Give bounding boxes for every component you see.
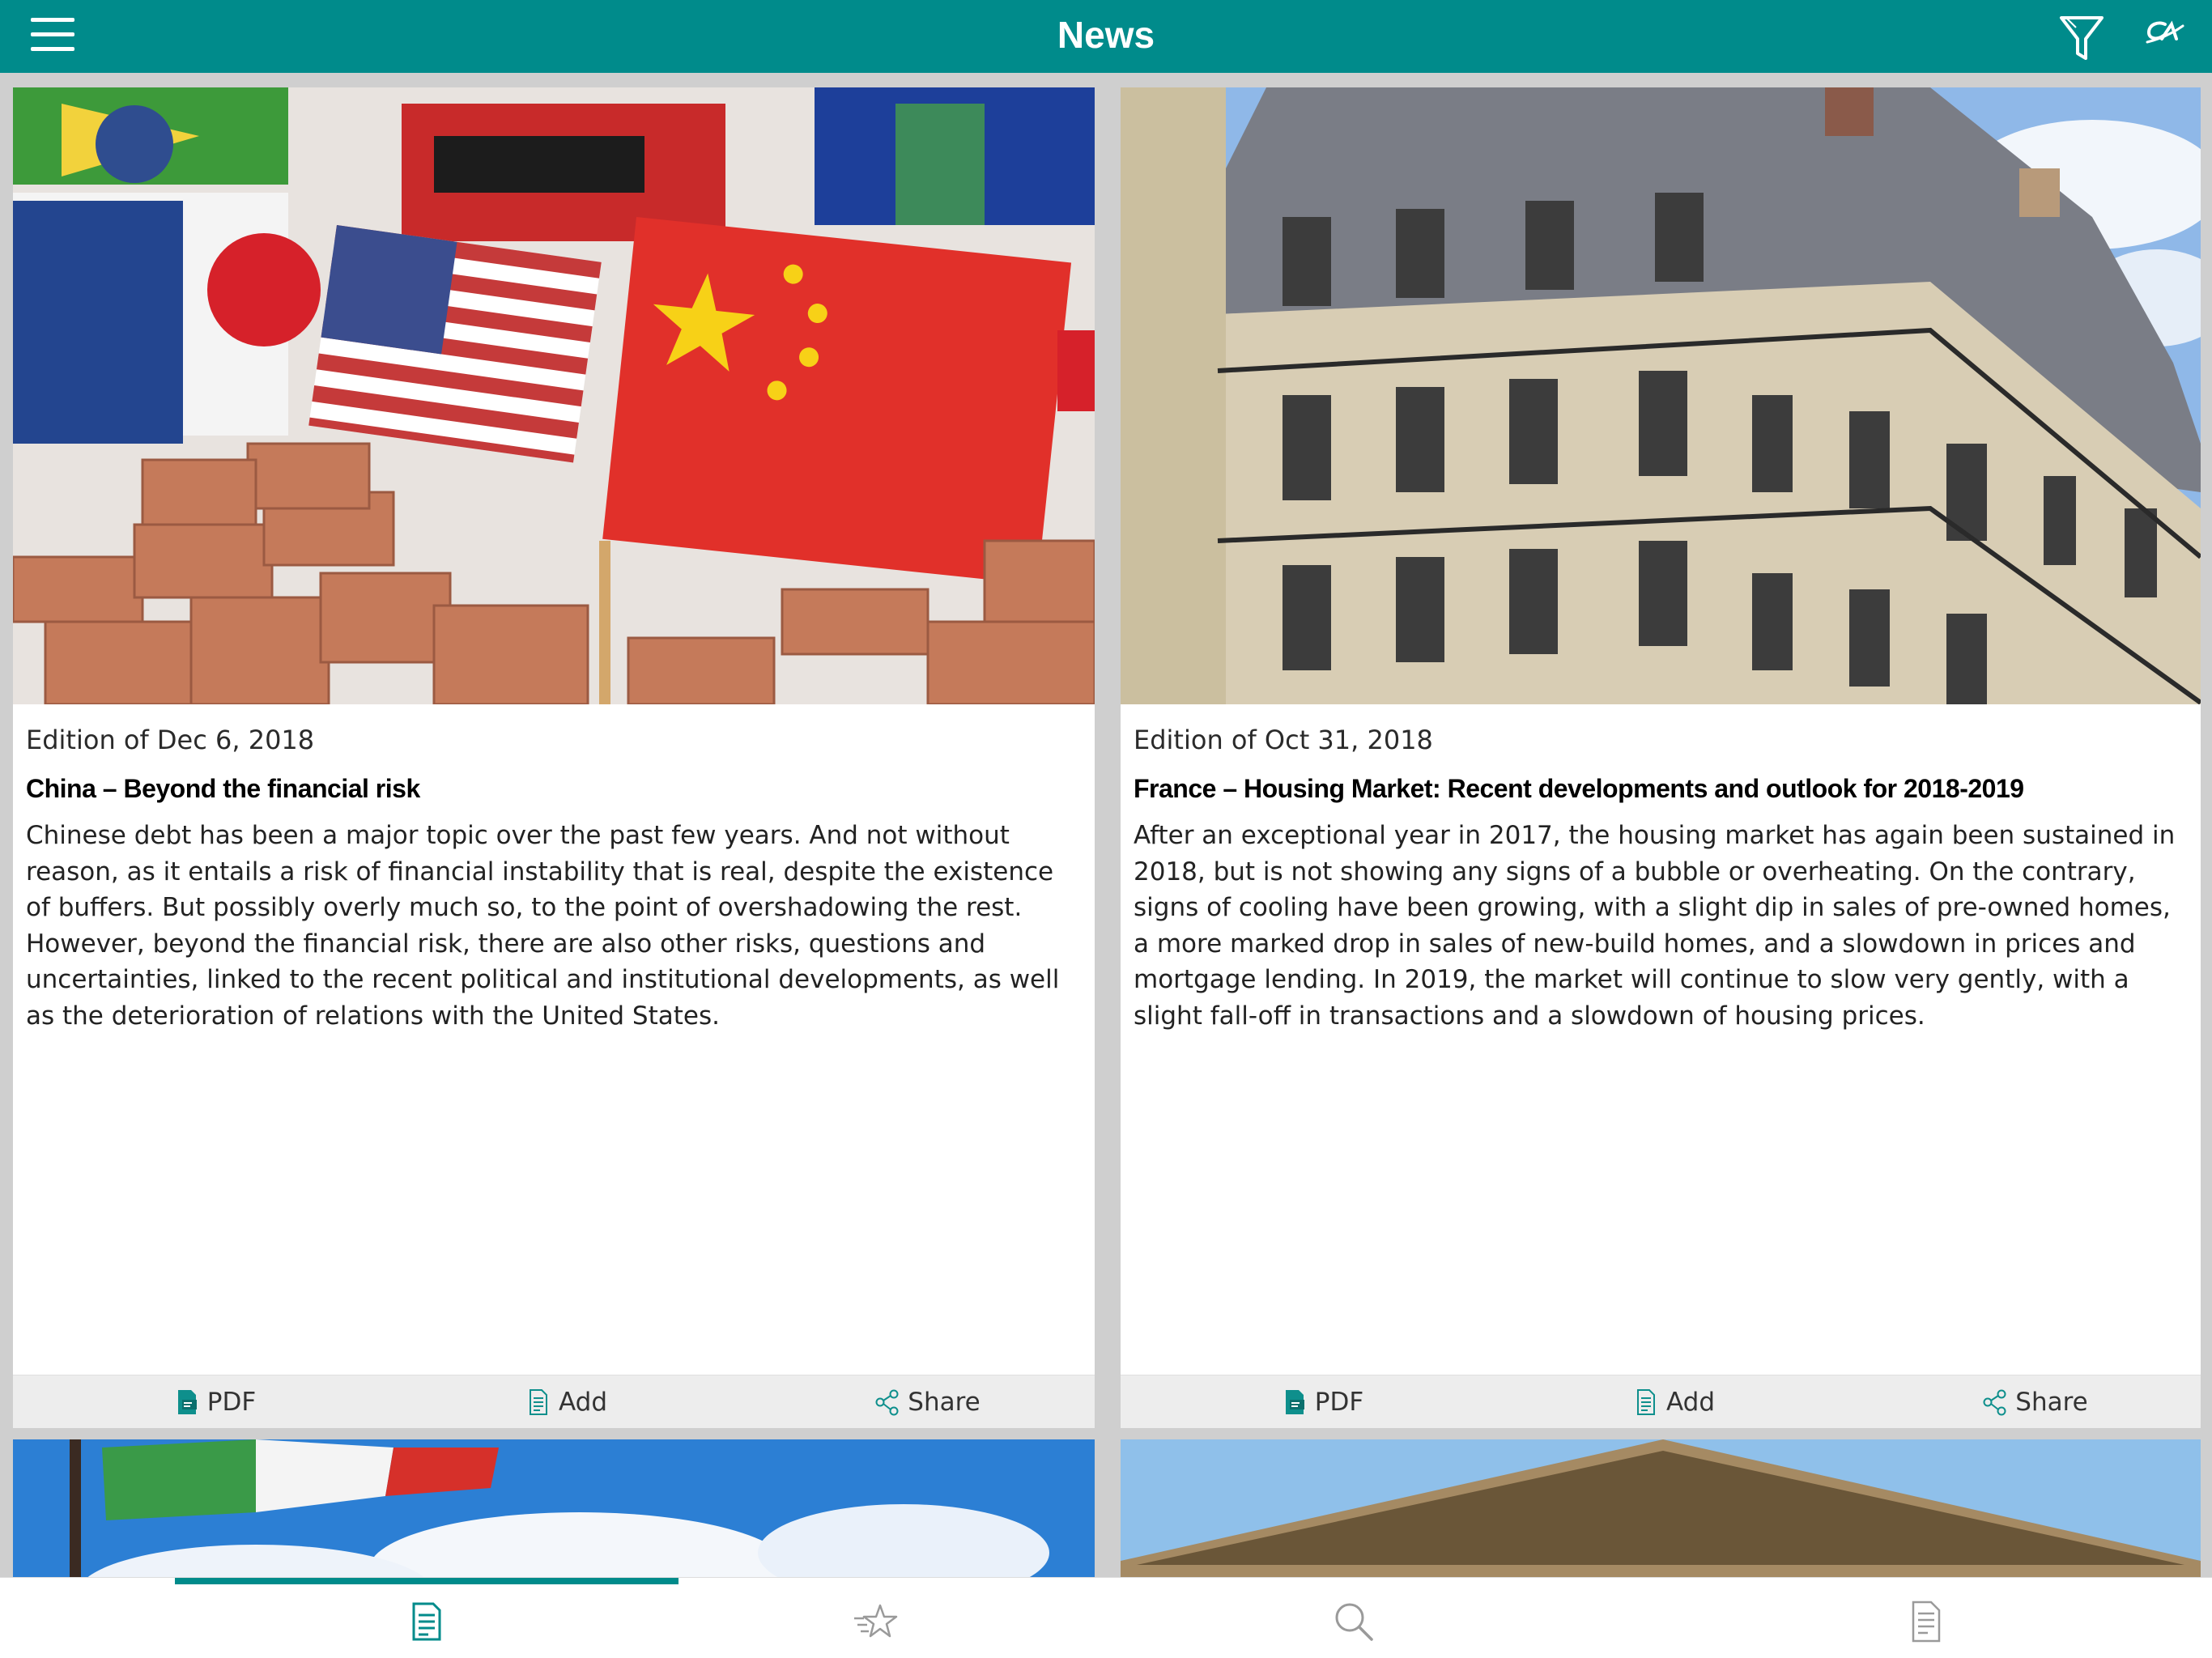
add-document-icon — [529, 1389, 547, 1415]
top-app-bar: News — [0, 0, 2212, 73]
page-title: News — [1057, 14, 1155, 56]
share-button[interactable]: Share — [1938, 1375, 2133, 1429]
article-card-france[interactable]: Edition of Oct 31, 2018 France – Housing… — [1121, 87, 2201, 1428]
pdf-label: PDF — [1314, 1388, 1364, 1417]
news-feed[interactable]: Edition of Dec 6, 2018 China – Beyond th… — [0, 73, 2212, 1577]
article-card-building-partial[interactable] — [1121, 1439, 2201, 1577]
tab-news[interactable] — [170, 1584, 683, 1658]
article-title[interactable]: China – Beyond the financial risk — [26, 771, 1082, 806]
bottom-tab-bar — [0, 1577, 2212, 1658]
share-label: Share — [908, 1388, 981, 1417]
share-label: Share — [2015, 1388, 2088, 1417]
news-document-icon — [412, 1602, 441, 1641]
article-summary: After an exceptional year in 2017, the h… — [1134, 821, 2176, 1031]
article-image-italy-flag — [13, 1439, 1095, 1577]
pdf-label: PDF — [206, 1388, 257, 1417]
pdf-button[interactable]: PDF — [1234, 1375, 1412, 1429]
tab-search[interactable] — [1067, 1584, 1640, 1658]
add-document-icon — [1636, 1389, 1655, 1415]
pdf-icon — [177, 1390, 197, 1414]
search-icon — [1335, 1603, 1373, 1641]
article-body: Edition of Dec 6, 2018 China – Beyond th… — [26, 704, 1082, 1034]
article-card-china[interactable]: Edition of Dec 6, 2018 China – Beyond th… — [13, 87, 1095, 1428]
share-icon — [875, 1389, 899, 1416]
article-card-italy-partial[interactable] — [13, 1439, 1095, 1577]
article-actions-bar: PDF Add Share — [13, 1375, 1095, 1428]
add-button[interactable]: Add — [1585, 1375, 1763, 1429]
article-actions-bar: PDF Add Share — [1121, 1375, 2201, 1428]
add-label: Add — [558, 1388, 608, 1417]
add-button[interactable]: Add — [478, 1375, 656, 1429]
pdf-button[interactable]: PDF — [126, 1375, 304, 1429]
tab-favorites[interactable] — [683, 1584, 1067, 1658]
share-icon — [1983, 1389, 2006, 1416]
article-image-pediment — [1121, 1439, 2201, 1577]
add-label: Add — [1665, 1388, 1716, 1417]
article-image-flags — [13, 87, 1095, 704]
filter-icon[interactable] — [2058, 13, 2105, 63]
active-tab-indicator — [175, 1578, 678, 1584]
pdf-icon — [1285, 1390, 1304, 1414]
tab-saved-documents[interactable] — [1640, 1584, 2212, 1658]
article-summary: Chinese debt has been a major topic over… — [26, 821, 1060, 1031]
article-title[interactable]: France – Housing Market: Recent developm… — [1134, 771, 2188, 806]
favorites-star-icon — [854, 1604, 898, 1638]
brand-logo — [2144, 18, 2184, 47]
share-button[interactable]: Share — [831, 1375, 1025, 1429]
article-edition-date: Edition of Dec 6, 2018 — [26, 725, 315, 755]
saved-documents-icon — [1912, 1601, 1941, 1643]
article-image-building — [1121, 87, 2201, 704]
article-body: Edition of Oct 31, 2018 France – Housing… — [1134, 704, 2188, 1034]
article-edition-date: Edition of Oct 31, 2018 — [1134, 725, 1433, 755]
